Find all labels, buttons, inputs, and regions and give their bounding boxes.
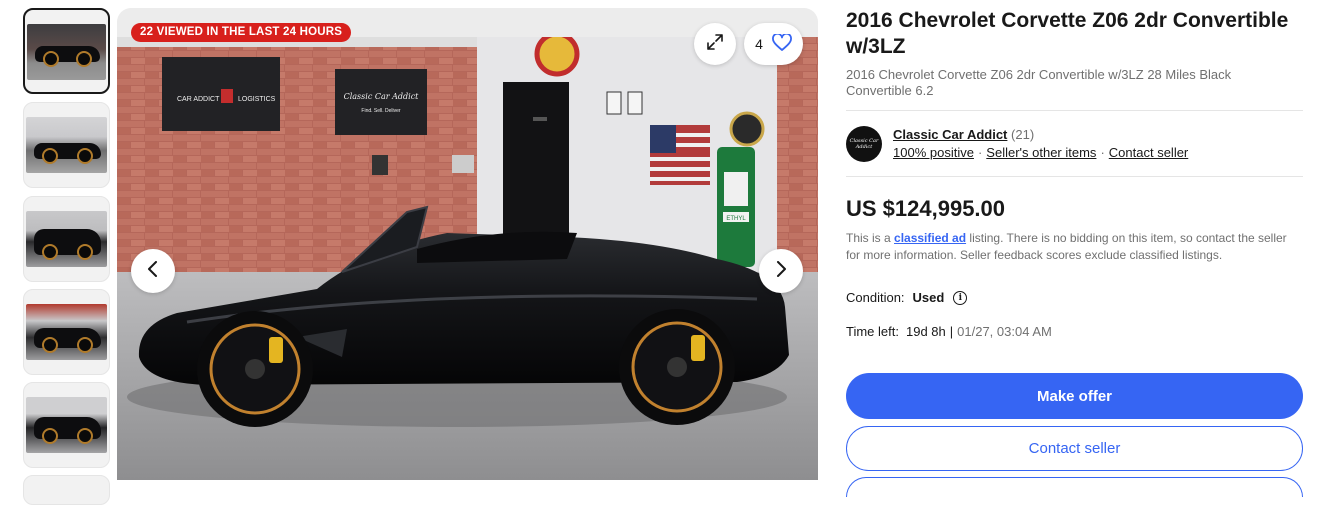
time-left-value: 19d 8h — [905, 324, 946, 339]
thumbnail-image — [26, 211, 107, 267]
heart-icon — [771, 32, 792, 55]
thumbnail-4[interactable] — [23, 289, 110, 375]
divider — [846, 176, 1303, 177]
thumbnail-image — [26, 117, 107, 173]
pump-label: ETHYL — [726, 216, 746, 222]
divider — [846, 110, 1303, 111]
next-image-button[interactable] — [759, 249, 803, 293]
listing-title: 2016 Chevrolet Corvette Z06 2dr Converti… — [846, 9, 1289, 58]
condition-value: Used — [912, 290, 945, 305]
condition-label: Condition: — [846, 290, 905, 305]
thumbnail-image — [26, 304, 107, 360]
contact-seller-button[interactable]: Contact seller — [846, 426, 1303, 471]
time-separator: | — [949, 324, 954, 339]
thumbnail-image — [26, 397, 107, 453]
contact-seller-link[interactable]: Contact seller — [1109, 145, 1188, 160]
thumbnail-5[interactable] — [23, 382, 110, 468]
separator-dot: · — [1100, 145, 1105, 160]
main-photo: ETHYL CAR ADDICT LOGISTICS Classic Car A… — [117, 37, 818, 480]
seller-avatar-text: Classic Car Addict — [849, 138, 879, 150]
main-image-viewer[interactable]: ETHYL CAR ADDICT LOGISTICS Classic Car A… — [117, 8, 818, 480]
classified-ad-link[interactable]: classified ad — [894, 231, 966, 245]
sign-logistics: LOGISTICS — [238, 96, 276, 103]
seller-feedback-count: (21) — [1011, 127, 1035, 142]
sign-car-addict: CAR ADDICT — [177, 96, 220, 103]
classified-note: This is a classified ad listing. There i… — [846, 230, 1296, 264]
note-text-pre: This is a — [846, 231, 895, 245]
separator-dot: · — [977, 145, 983, 160]
price: US $124,995.00 — [846, 196, 1006, 221]
seller-avatar[interactable]: Classic Car Addict — [846, 126, 882, 162]
seller-info: Classic Car Addict (21) — [893, 127, 1034, 143]
additional-action-button[interactable] — [846, 477, 1303, 497]
thumbnail-2[interactable] — [23, 102, 110, 188]
watch-count: 4 — [755, 36, 763, 52]
views-badge: 22 VIEWED IN THE LAST 24 HOURS — [131, 23, 352, 42]
sign-tagline: Find. Sell. Deliver — [361, 108, 401, 114]
thumbnail-3[interactable] — [23, 196, 110, 282]
expand-icon — [706, 33, 724, 56]
chevron-left-icon — [147, 260, 159, 282]
previous-image-button[interactable] — [131, 249, 175, 293]
seller-name-link[interactable]: Classic Car Addict — [893, 127, 1007, 142]
watch-button[interactable]: 4 — [744, 23, 803, 65]
condition-row: Condition: Used i — [846, 290, 968, 306]
expand-button[interactable] — [694, 23, 736, 65]
seller-positive-link[interactable]: 100% positive — [893, 145, 974, 160]
seller-other-items-link[interactable]: Seller's other items — [986, 145, 1096, 160]
info-icon[interactable]: i — [953, 291, 968, 305]
chevron-right-icon — [775, 260, 787, 282]
listing-subtitle: 2016 Chevrolet Corvette Z06 2dr Converti… — [846, 67, 1232, 98]
end-date: 01/27, 03:04 AM — [957, 324, 1052, 339]
make-offer-button[interactable]: Make offer — [846, 373, 1303, 419]
time-left-row: Time left: 19d 8h | 01/27, 03:04 AM — [846, 324, 1052, 340]
seller-links: 100% positive · Seller's other items · Conta… — [893, 145, 1188, 161]
time-left-label: Time left: — [846, 324, 899, 339]
sign-classic-car-addict: Classic Car Addict — [344, 92, 420, 101]
thumbnail-1[interactable] — [23, 8, 110, 94]
thumbnail-image — [27, 24, 106, 80]
